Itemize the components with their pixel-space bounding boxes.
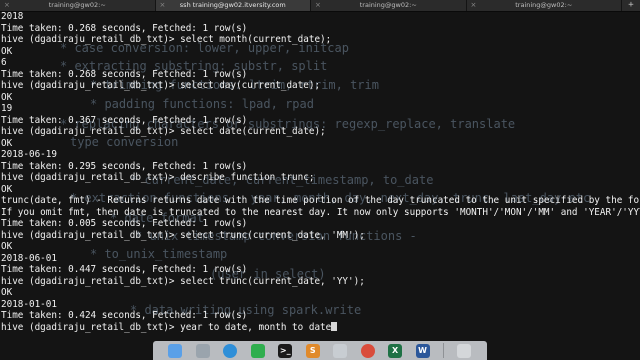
terminal-line: OK [1, 91, 13, 103]
facetime-icon[interactable] [250, 343, 265, 358]
terminal-line: trunc(date, fmt) - Returns returns date … [1, 195, 640, 206]
close-tab-icon[interactable]: × [4, 0, 10, 11]
macos-dock: >_ S X W [153, 341, 487, 360]
text-cursor [331, 321, 338, 331]
terminal-line: 2018 [1, 11, 24, 22]
terminal-line: hive (dgadiraju_retail_db_txt)> select m… [1, 34, 332, 45]
terminal-line: hive (dgadiraju_retail_db_txt)> select t… [1, 275, 365, 287]
terminal-line: OK [1, 45, 13, 57]
command-prompt-line[interactable]: hive (dgadiraju_retail_db_txt)> year to … [1, 321, 640, 334]
terminal-line: OK [1, 137, 13, 149]
chrome-icon[interactable] [360, 343, 375, 358]
current-command: hive (dgadiraju_retail_db_txt)> year to … [1, 321, 332, 333]
terminal-line: hive (dgadiraju_retail_db_txt)> describe… [1, 172, 315, 183]
tab-label: training@gw02:~ [515, 1, 573, 9]
terminal-line: Time taken: 0.295 seconds, Fetched: 1 ro… [1, 160, 248, 172]
dock-separator [442, 343, 444, 358]
terminal-line: If you omit fmt, then date is truncated … [1, 206, 640, 218]
close-tab-icon[interactable]: × [471, 0, 477, 11]
new-tab-button[interactable]: + [621, 0, 640, 11]
terminal-line: hive (dgadiraju_retail_db_txt)> select d… [1, 126, 326, 137]
terminal-line: Time taken: 0.424 seconds, Fetched: 1 ro… [1, 310, 248, 321]
terminal-tab[interactable]: × training@gw02:~ [0, 0, 155, 11]
excel-icon[interactable]: X [388, 343, 403, 358]
terminal-line: 2018-01-01 [1, 298, 57, 310]
tab-label: training@gw02:~ [359, 1, 417, 9]
close-tab-icon[interactable]: × [315, 0, 321, 11]
terminal-line: Time taken: 0.268 seconds, Fetched: 1 ro… [1, 22, 248, 34]
launchpad-icon[interactable] [195, 343, 210, 358]
trash-icon[interactable] [457, 343, 472, 358]
terminal-line: 6 [1, 57, 7, 68]
terminal-icon[interactable]: >_ [278, 343, 293, 358]
terminal-tab[interactable]: × training@gw02:~ [310, 0, 466, 11]
terminal-line: 2018-06-19 [1, 149, 57, 160]
terminal-line: Time taken: 0.367 seconds, Fetched: 1 ro… [1, 114, 248, 126]
sublime-text-icon[interactable]: S [305, 343, 320, 358]
terminal-line: OK [1, 183, 13, 195]
terminal-line: OK [1, 287, 13, 298]
terminal-line: hive (dgadiraju_retail_db_txt)> select t… [1, 229, 365, 241]
finder-icon[interactable] [168, 343, 183, 358]
terminal-line: hive (dgadiraju_retail_db_txt)> select d… [1, 80, 321, 91]
terminal-line: 19 [1, 103, 13, 114]
preview-icon[interactable] [333, 343, 348, 358]
terminal-line: OK [1, 241, 13, 252]
tab-label: ssh training@gw02.itversity.com [179, 1, 286, 9]
close-tab-icon[interactable]: × [160, 0, 166, 11]
terminal-line: Time taken: 0.268 seconds, Fetched: 1 ro… [1, 68, 248, 80]
word-icon[interactable]: W [415, 343, 430, 358]
terminal-line: Time taken: 0.005 seconds, Fetched: 1 ro… [1, 218, 248, 229]
tab-label: training@gw02:~ [48, 1, 106, 9]
terminal-window[interactable]: * case conversion: lower, upper, initcap… [0, 11, 640, 341]
terminal-tab[interactable]: × ssh training@gw02.itversity.com [154, 0, 310, 11]
terminal-line: 2018-06-01 [1, 252, 57, 264]
terminal-tab[interactable]: × training@gw02:~ [465, 0, 622, 11]
terminal-output: 2018 Time taken: 0.268 seconds, Fetched: … [1, 11, 640, 333]
safari-icon[interactable] [223, 343, 238, 358]
terminal-line: Time taken: 0.447 seconds, Fetched: 1 ro… [1, 264, 248, 275]
